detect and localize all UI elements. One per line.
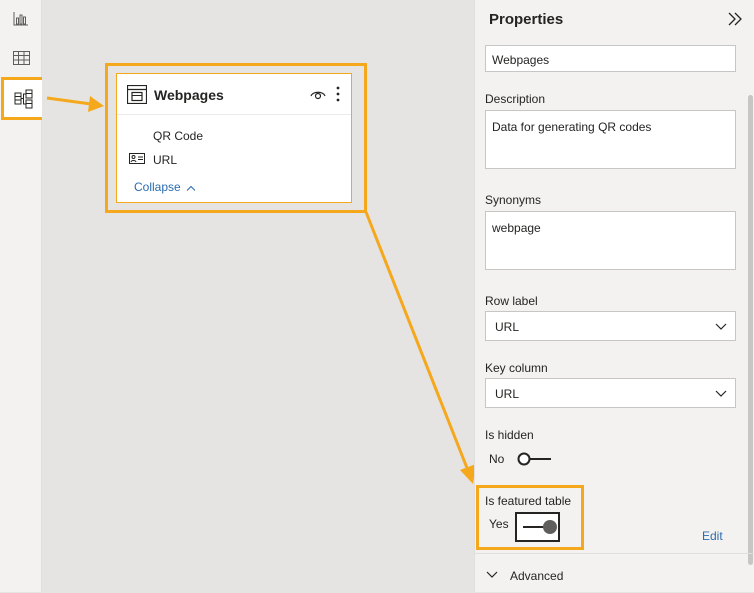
key-column-dropdown[interactable]: URL [485,378,736,408]
properties-title: Properties [489,11,564,28]
description-label: Description [485,92,546,106]
is-hidden-state: No [489,452,505,466]
is-featured-state: Yes [489,517,509,531]
row-label-dropdown[interactable]: URL [485,311,736,341]
advanced-label: Advanced [510,569,564,583]
description-field[interactable]: Data for generating QR codes [485,110,736,169]
synonyms-label: Synonyms [485,193,542,207]
edit-link[interactable]: Edit [702,529,723,543]
chevron-down-icon [715,320,727,332]
name-field[interactable]: Webpages [485,45,736,72]
row-label-value: URL [495,320,520,334]
chevron-down-icon [715,387,727,399]
properties-pane: Properties Webpages Description Data for… [474,0,754,592]
name-value: Webpages [492,53,550,67]
chevron-down-icon [486,571,498,579]
collapse-pane-icon[interactable] [728,12,742,26]
key-column-value: URL [495,387,520,401]
row-label-label: Row label [485,294,538,308]
is-hidden-toggle[interactable] [516,451,552,467]
synonyms-field[interactable]: webpage [485,211,736,270]
is-featured-toggle[interactable] [515,512,560,542]
is-hidden-label: Is hidden [485,428,534,442]
key-column-label: Key column [485,361,548,375]
is-featured-label: Is featured table [485,494,572,508]
synonyms-value: webpage [492,221,541,235]
description-value: Data for generating QR codes [492,120,652,134]
advanced-section[interactable]: Advanced [475,553,754,593]
pane-scrollbar[interactable] [748,95,753,565]
